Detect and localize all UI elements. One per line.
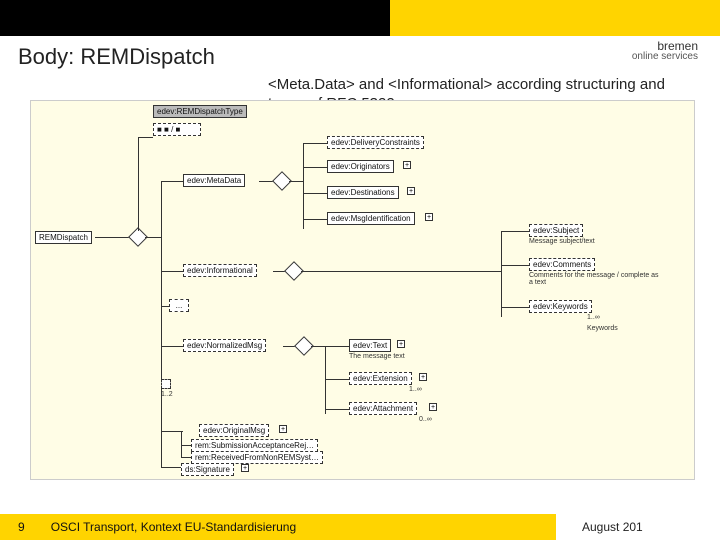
connector [303,167,327,168]
node-originalmsg: edev:OriginalMsg [199,424,269,437]
schema-diagram: edev:REMDispatchType ■ ■ / ■ REMDispatch… [30,100,695,480]
connector [161,431,183,432]
footer-date: August 201 [556,514,720,540]
node-attachment: edev:Attachment [349,402,417,415]
connector [161,306,169,307]
node-originators: edev:Originators [327,160,394,173]
connector [95,237,131,238]
expand-icon: + [407,187,415,195]
expand-icon: + [403,161,411,169]
expand-icon: + [419,373,427,381]
note-text: The message text [349,353,405,360]
note-subject: Message subject/text [529,238,595,245]
footer-bar: 9 OSCI Transport, Kontext EU-Standardisi… [0,514,720,540]
connector [501,231,529,232]
expand-icon: + [279,425,287,433]
card-attachment: 0..∞ [419,416,432,423]
connector [303,219,327,220]
connector [325,379,349,380]
page-number: 9 [18,520,25,534]
brand-logo: bremen online services [632,40,698,62]
node-keywords: edev:Keywords [529,300,592,313]
footer-text: OSCI Transport, Kontext EU-Standardisier… [51,520,296,534]
node-destinations: edev:Destinations [327,186,399,199]
connector [303,193,327,194]
expand-icon: + [429,403,437,411]
connector [311,346,325,347]
connector [301,271,501,272]
card-keywords: 1..∞ [587,314,600,321]
connector [161,346,183,347]
note-keywords: Keywords [587,325,618,332]
node-dots: ... [169,299,189,312]
note-comments: Comments for the message / complete as a… [529,272,659,286]
node-extension: edev:Extension [349,372,412,385]
expand-icon: + [425,213,433,221]
card-switch: 1..2 [161,391,173,398]
node-comments: edev:Comments [529,258,595,271]
header-yellow [390,0,720,36]
node-root-type: ■ ■ / ■ [153,123,201,136]
node-msgidentification: edev:MsgIdentification [327,212,415,225]
expand-icon: + [397,340,405,348]
connector [325,346,326,414]
choice-icon [161,379,171,389]
connector [145,237,161,238]
connector [303,143,304,229]
connector [289,181,303,182]
expand-icon: + [241,464,249,472]
page-title: Body: REMDispatch [18,44,215,70]
connector [161,271,183,272]
logo-line2: online services [632,52,698,62]
connector [325,409,349,410]
connector [501,231,502,317]
node-text: edev:Text [349,339,391,352]
node-root-header: edev:REMDispatchType [153,105,247,118]
connector [181,445,191,446]
node-informational: edev:Informational [183,264,257,277]
node-deliveryconstraints: edev:DeliveryConstraints [327,136,424,149]
node-remdispatch: REMDispatch [35,231,92,244]
connector [501,307,529,308]
node-signature: ds:Signature [181,463,234,476]
footer-yellow: 9 OSCI Transport, Kontext EU-Standardisi… [0,514,556,540]
connector [161,467,181,468]
header-black [0,0,390,36]
connector [181,431,182,457]
connector [303,143,327,144]
header-bar [0,0,720,36]
connector [181,457,191,458]
connector [161,181,183,182]
card-extension: 1..∞ [409,386,422,393]
node-normalizedmsg: edev:NormalizedMsg [183,339,266,352]
node-metadata: edev:MetaData [183,174,245,187]
connector [325,346,349,347]
connector [138,137,139,231]
node-subject: edev:Subject [529,224,583,237]
connector [161,181,162,467]
connector [501,265,529,266]
connector [138,137,153,138]
